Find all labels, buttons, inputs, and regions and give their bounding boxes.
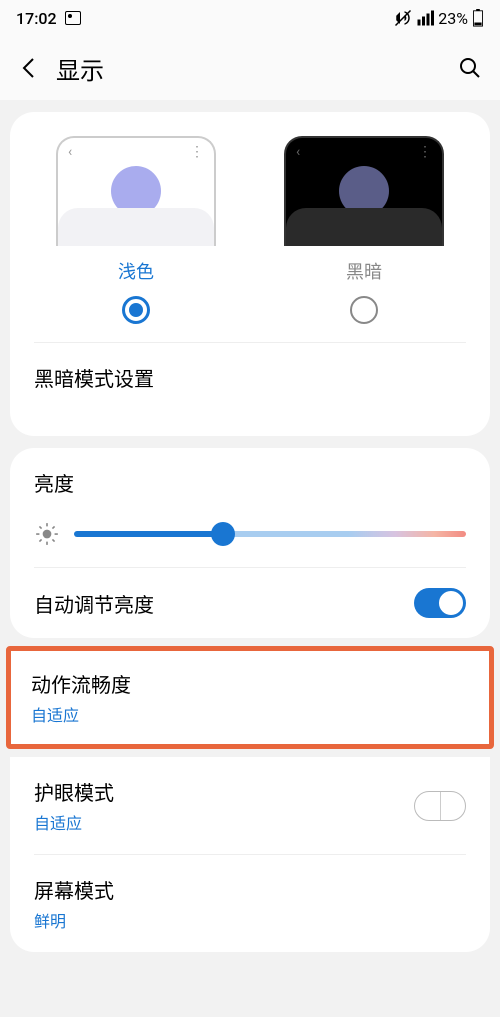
auto-brightness-row[interactable]: 自动调节亮度 (10, 568, 490, 638)
motion-smoothness-label: 动作流畅度 (31, 669, 131, 698)
dark-preview: ‹⋮ (284, 136, 444, 246)
status-bar: 17:02 23% (0, 0, 500, 36)
theme-option-dark[interactable]: ‹⋮ 黑暗 (262, 136, 466, 324)
status-time: 17:02 (16, 9, 57, 28)
auto-brightness-toggle[interactable] (414, 588, 466, 618)
dark-mode-settings-label: 黑暗模式设置 (34, 363, 154, 392)
signal-icon (416, 9, 434, 27)
eye-comfort-label: 护眼模式 (34, 777, 114, 806)
battery-icon (472, 9, 484, 27)
battery-percent: 23% (438, 9, 468, 28)
slider-track[interactable] (74, 531, 466, 537)
motion-smoothness-value: 自适应 (31, 702, 131, 726)
screen-mode-label: 屏幕模式 (34, 875, 114, 904)
sun-icon (34, 521, 60, 547)
motion-smoothness-highlight: 动作流畅度 自适应 (6, 646, 494, 749)
light-label: 浅色 (118, 258, 154, 284)
dark-mode-settings-row[interactable]: 黑暗模式设置 (10, 343, 490, 412)
light-preview: ‹⋮ (56, 136, 216, 246)
light-radio[interactable] (122, 296, 150, 324)
slider-thumb[interactable] (211, 522, 235, 546)
back-button[interactable] (16, 56, 40, 80)
brightness-slider[interactable] (34, 521, 466, 547)
screen-mode-value: 鲜明 (34, 908, 114, 932)
display-options-card: 护眼模式 自适应 屏幕模式 鲜明 (10, 757, 490, 952)
brightness-label: 亮度 (34, 468, 466, 497)
dark-radio[interactable] (350, 296, 378, 324)
eye-comfort-value: 自适应 (34, 810, 114, 834)
auto-brightness-label: 自动调节亮度 (34, 589, 154, 618)
eye-comfort-toggle[interactable] (414, 791, 466, 821)
screen-mode-row[interactable]: 屏幕模式 鲜明 (10, 855, 490, 952)
motion-smoothness-row[interactable]: 动作流畅度 自适应 (11, 651, 489, 744)
theme-card: ‹⋮ 浅色 ‹⋮ 黑暗 黑暗模式设置 (10, 112, 490, 436)
theme-option-light[interactable]: ‹⋮ 浅色 (34, 136, 238, 324)
dark-label: 黑暗 (346, 258, 382, 284)
vibrate-icon (394, 9, 412, 27)
page-title: 显示 (56, 51, 440, 86)
search-button[interactable] (456, 54, 484, 82)
header: 显示 (0, 36, 500, 100)
picture-icon (65, 11, 81, 25)
brightness-card: 亮度 自动调节亮度 (10, 448, 490, 638)
eye-comfort-row[interactable]: 护眼模式 自适应 (10, 757, 490, 854)
